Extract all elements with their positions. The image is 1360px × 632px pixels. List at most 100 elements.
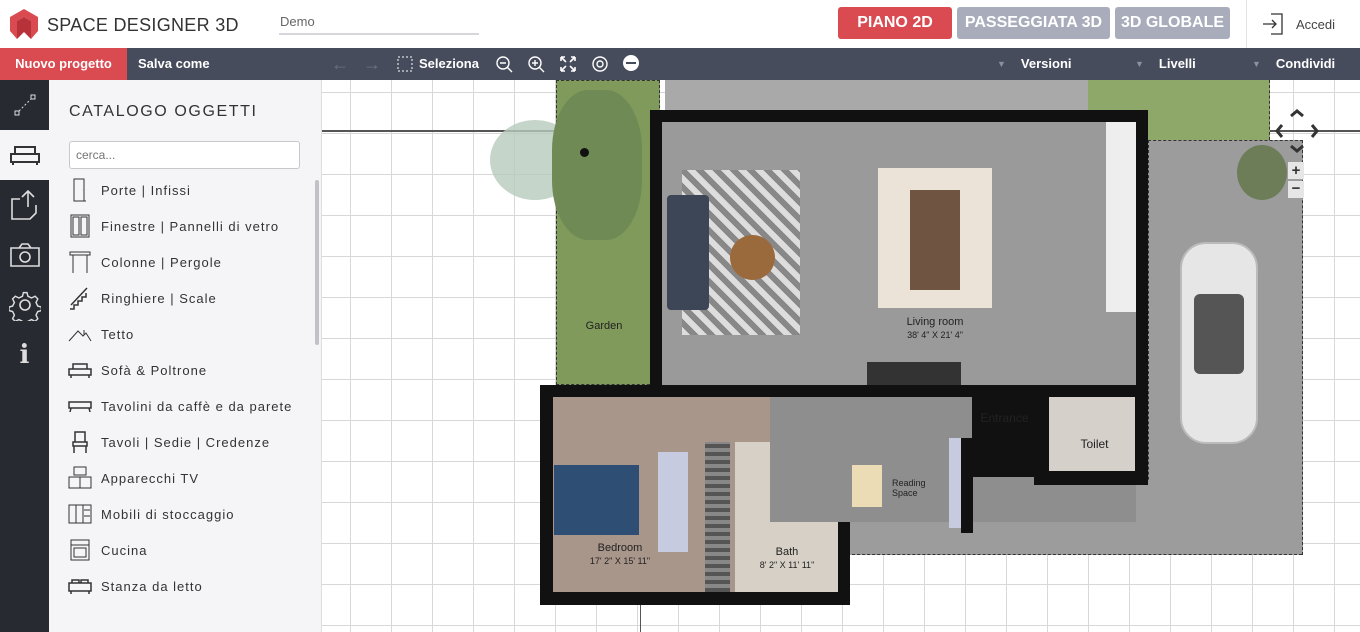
dropdown-caret-icon: ▼ [1135, 59, 1144, 69]
tree [552, 90, 642, 240]
toolbar: Nuovo progetto Salva come ← → Seleziona … [0, 48, 1360, 80]
catalog-item[interactable]: Sofà & Poltrone [67, 352, 207, 388]
dropdown-caret-icon: ▼ [997, 59, 1006, 69]
catalog-item-label: Ringhiere | Scale [101, 290, 217, 306]
stairs-icon [70, 287, 88, 310]
kitchen-counter [1106, 122, 1136, 312]
zoom-out-icon[interactable] [495, 55, 513, 73]
catalog-item[interactable]: Tavoli | Sedie | Credenze [67, 424, 270, 460]
path-strip [665, 80, 1088, 110]
catalog-item[interactable]: Tetto [67, 316, 134, 352]
room-label-bedroom: Bedroom 17' 2" X 15' 11" [589, 542, 651, 566]
catalog-item[interactable]: Cucina [67, 532, 147, 568]
levels-dropdown[interactable]: ▼ Livelli [1135, 48, 1196, 80]
zoom-out-button[interactable]: − [1288, 181, 1304, 198]
center-icon[interactable] [591, 55, 609, 73]
rail-catalog-button[interactable] [0, 130, 49, 180]
catalog-item[interactable]: Apparecchi TV [67, 460, 199, 496]
sofa-icon [68, 363, 92, 378]
catalog-scrollbar[interactable] [315, 180, 319, 345]
catalog-item[interactable]: Colonne | Pergole [67, 244, 222, 280]
storage-icon [68, 504, 92, 524]
project-name-input[interactable]: Demo [279, 14, 479, 35]
rail-measure-button[interactable] [0, 80, 49, 130]
tv-icon [68, 466, 92, 489]
fit-screen-icon[interactable] [559, 55, 577, 73]
toilet-floor[interactable] [1049, 397, 1135, 471]
login-button[interactable]: Accedi [1262, 10, 1335, 38]
zoom-in-icon[interactable] [527, 55, 545, 73]
mode-passeggiata-3d-button[interactable]: PASSEGGIATA 3D [957, 7, 1110, 39]
gear-icon [8, 291, 41, 321]
login-icon [1263, 13, 1283, 35]
catalog-item[interactable]: Stanza da letto [67, 568, 203, 604]
mode-piano-2d-button[interactable]: PIANO 2D [838, 7, 952, 39]
new-project-button[interactable]: Nuovo progetto [0, 48, 127, 80]
measure-icon [14, 94, 35, 116]
oven-icon [70, 539, 90, 561]
catalog-item-label: Tavolini da caffè e da parete [101, 398, 293, 414]
wardrobe [705, 442, 730, 592]
room-label-toilet: Toilet [1080, 437, 1109, 451]
window-icon [70, 214, 90, 238]
wall [972, 385, 1042, 477]
catalog-item-label: Finestre | Pannelli di vetro [101, 218, 280, 234]
sofa [667, 195, 709, 310]
armchair [852, 465, 882, 507]
catalog-item-label: Sofà & Poltrone [101, 362, 208, 378]
bed [554, 465, 639, 535]
pan-arrows-icon[interactable] [1274, 108, 1320, 154]
save-as-button[interactable]: Salva come [138, 48, 210, 80]
coffee-table-icon [68, 401, 92, 413]
mode-3d-globale-button[interactable]: 3D GLOBALE [1115, 7, 1230, 39]
catalog-search-input[interactable] [69, 141, 300, 169]
catalog-item-label: Porte | Infissi [101, 182, 191, 198]
catalog-item[interactable]: Tavolini da caffè e da parete [67, 388, 292, 424]
measure-toggle-icon[interactable] [623, 55, 639, 71]
catalog-title: CATALOGO OGGETTI [69, 103, 258, 120]
share-dropdown[interactable]: ▼ Condividi [1252, 48, 1335, 80]
column-icon [69, 251, 91, 273]
rail-camera-button[interactable] [0, 230, 49, 280]
share-label: Condividi [1275, 56, 1336, 71]
tool-rail: i [0, 80, 49, 632]
catalog-item-label: Tavoli | Sedie | Credenze [101, 434, 271, 450]
catalog-item[interactable]: Porte | Infissi [67, 172, 191, 208]
app-title: SPACE DESIGNER 3D [47, 15, 239, 35]
catalog-item[interactable]: Ringhiere | Scale [67, 280, 217, 316]
room-label-garden: Garden [585, 320, 623, 332]
redo-button[interactable]: → [363, 48, 381, 80]
catalog-item-label: Colonne | Pergole [101, 254, 222, 270]
versions-label: Versioni [1020, 56, 1072, 71]
room-label-living-room: Living room 38' 4" X 21' 4" [906, 316, 964, 340]
bed-icon [68, 579, 92, 594]
catalog-item-label: Apparecchi TV [101, 470, 200, 486]
roof-icon [68, 330, 92, 342]
floor-plan-canvas[interactable]: Living room 38' 4" X 21' 4" Garden Entran… [322, 80, 1360, 632]
car[interactable] [1180, 242, 1258, 444]
catalog-item[interactable]: Finestre | Pannelli di vetro [67, 208, 279, 244]
rail-settings-button[interactable] [0, 280, 49, 330]
catalog-item[interactable]: Mobili di stoccaggio [67, 496, 234, 532]
room-label-bath: Bath 8' 2" X 11' 11" [759, 546, 815, 570]
app-logo [10, 9, 38, 39]
catalog-item-label: Mobili di stoccaggio [101, 506, 235, 522]
undo-button[interactable]: ← [331, 48, 349, 80]
camera-icon [9, 243, 40, 267]
wall [961, 438, 973, 533]
tv-cabinet [867, 362, 961, 386]
rail-export-button[interactable] [0, 180, 49, 230]
room-label-entrance: Entrance [980, 411, 1029, 425]
zoom-in-button[interactable]: + [1288, 162, 1304, 179]
sofa-icon [9, 146, 40, 165]
light-point [580, 148, 589, 157]
info-icon[interactable]: i [0, 330, 49, 380]
export-icon [10, 189, 37, 220]
select-button[interactable]: Seleziona [396, 48, 479, 80]
dining-table [910, 190, 960, 290]
room-label-reading-space: Reading Space [892, 478, 926, 498]
bench [949, 438, 961, 528]
divider [1246, 0, 1247, 48]
dropdown-caret-icon: ▼ [1252, 59, 1261, 69]
versions-dropdown[interactable]: ▼ Versioni [997, 48, 1072, 80]
